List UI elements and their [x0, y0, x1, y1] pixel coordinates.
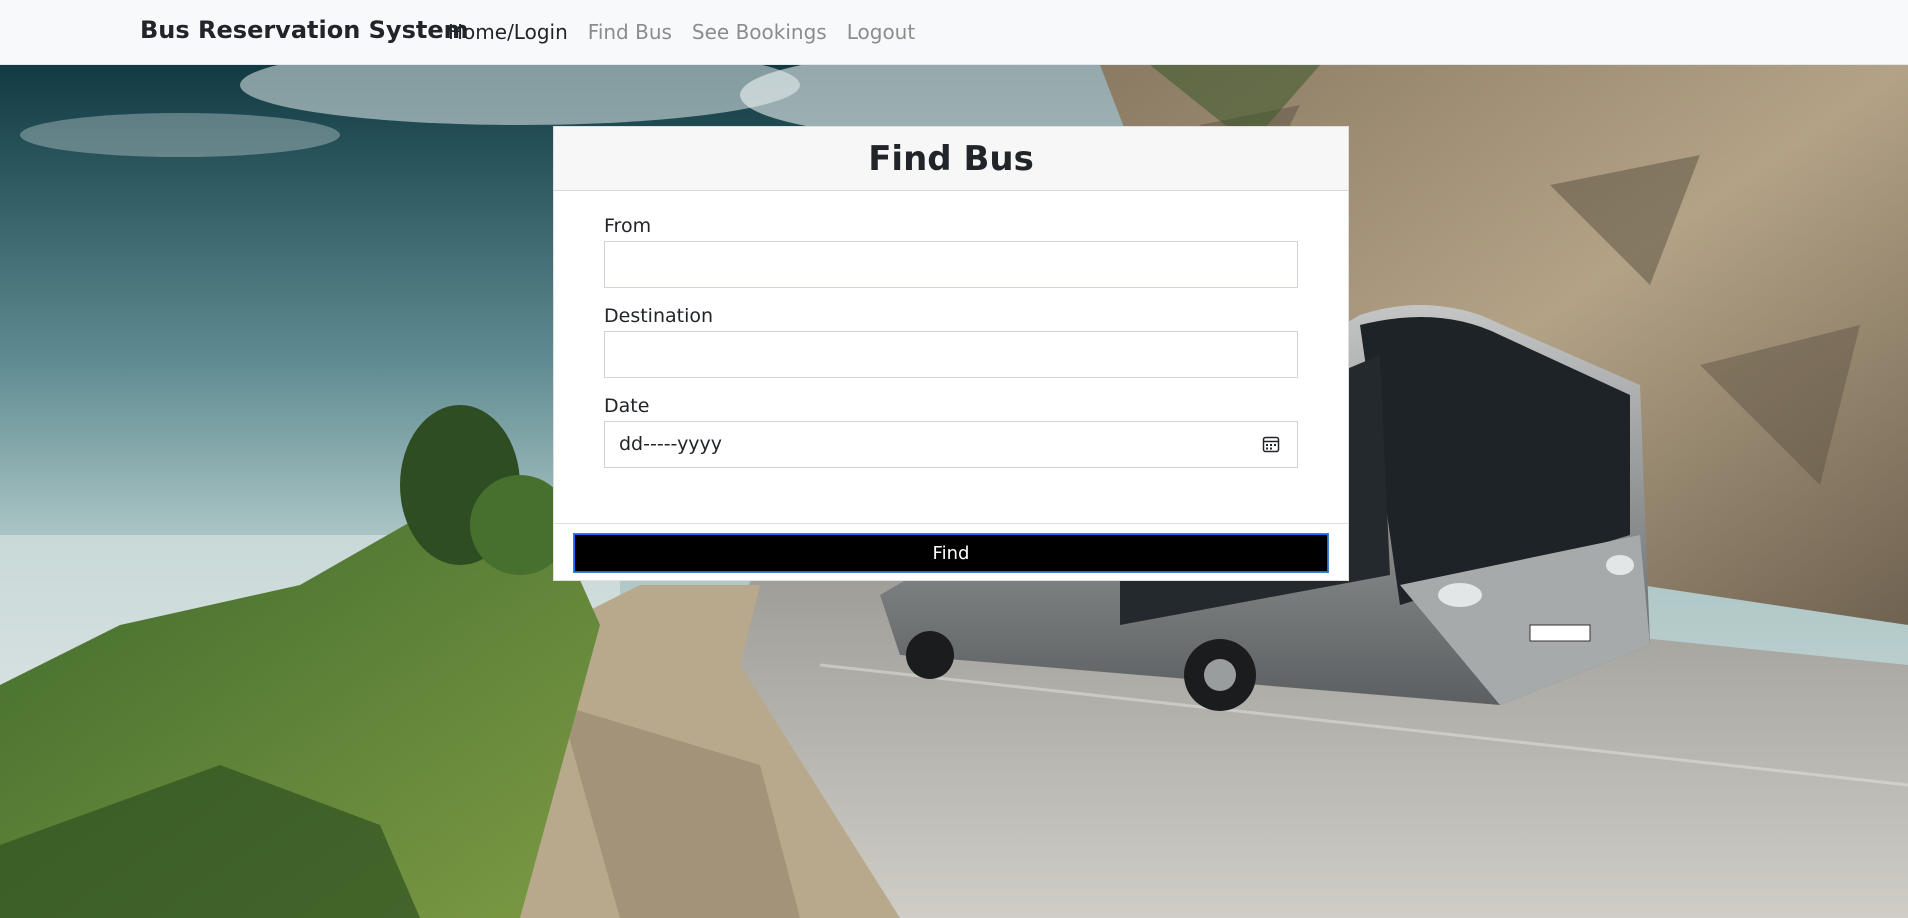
destination-label: Destination	[604, 305, 714, 327]
from-label: From	[604, 215, 652, 237]
navbar: Bus Reservation System Home/Login Find B…	[0, 0, 1908, 65]
date-label: Date	[604, 395, 650, 417]
date-placeholder: dd-----yyyy	[619, 433, 723, 455]
from-input[interactable]	[604, 241, 1298, 288]
card-header: Find Bus	[554, 127, 1348, 191]
nav-links: Home/Login Find Bus See Bookings Logout	[448, 20, 915, 44]
brand-link[interactable]: Bus Reservation System	[140, 16, 469, 44]
find-button[interactable]: Find	[574, 534, 1328, 572]
date-input-wrapper: dd-----yyyy	[604, 421, 1298, 468]
nav-link-home-login[interactable]: Home/Login	[448, 20, 568, 44]
nav-link-see-bookings[interactable]: See Bookings	[692, 20, 827, 44]
find-bus-card: Find Bus From Destination Date dd-----yy…	[553, 126, 1349, 581]
card-body: From Destination Date dd-----yyyy	[554, 191, 1348, 524]
card-title: Find Bus	[868, 138, 1034, 179]
nav-link-logout[interactable]: Logout	[847, 20, 915, 44]
card-footer: Find	[554, 524, 1348, 582]
date-group: Date dd-----yyyy	[604, 395, 1298, 468]
calendar-icon[interactable]	[1262, 435, 1280, 453]
nav-link-find-bus[interactable]: Find Bus	[588, 20, 672, 44]
from-group: From	[604, 215, 1298, 288]
destination-input[interactable]	[604, 331, 1298, 378]
destination-group: Destination	[604, 305, 1298, 378]
